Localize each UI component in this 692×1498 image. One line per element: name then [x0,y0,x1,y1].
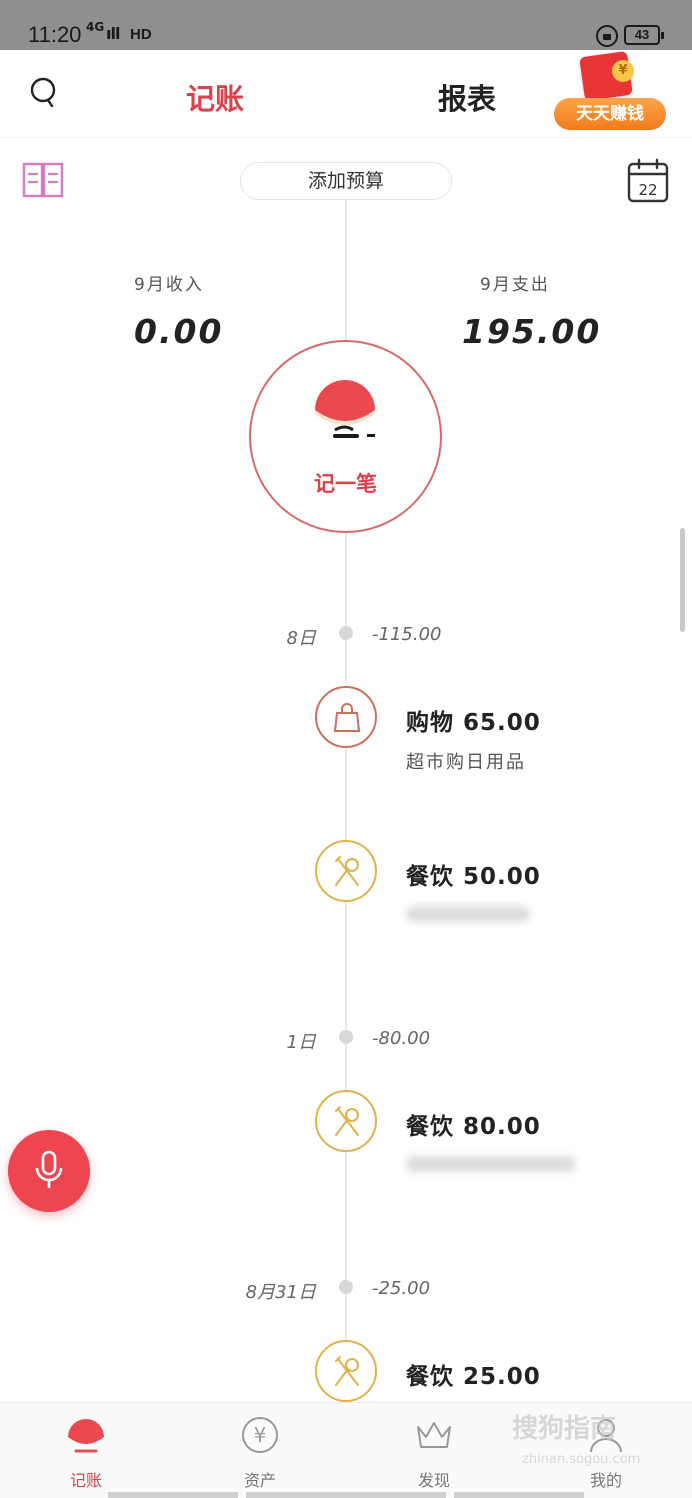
svg-text:¥: ¥ [254,1423,267,1447]
day-date: 8月31日 [245,1282,316,1303]
dining-icon[interactable] [315,1090,377,1152]
add-budget-button[interactable]: 添加预算 [240,162,452,200]
coin-icon: ¥ [612,60,634,82]
shopping-bag-icon[interactable] [315,686,377,748]
scrollbar[interactable] [680,528,685,632]
fan-nav-icon [68,1419,104,1453]
microphone-icon [35,1150,63,1188]
fan-logo-icon [315,380,375,438]
entry-title[interactable]: 餐饮 80.00 [406,1107,541,1141]
day-total: -80.00 [372,1028,431,1049]
gesture-bar [108,1492,238,1498]
nav-label: 我的 [589,1471,622,1490]
dining-icon[interactable] [315,840,377,902]
expense-value: 195.00 [462,312,602,351]
watermark-text: 搜狗指南 [512,1414,617,1444]
day-total: -115.00 [372,624,442,645]
promo-label: 天天赚钱 [554,98,666,130]
calendar-day: 22 [638,181,657,199]
app-screen: 11:20 4G ıll HD 43 记账 报表 ¥ 天天赚钱 添加预算 22 … [0,0,692,1498]
voice-input-button[interactable] [8,1130,90,1212]
entry-note: 超市购日用品 [406,752,526,773]
signal-icon: ıll [106,24,120,43]
gesture-bar [454,1492,584,1498]
day-total: -25.00 [372,1278,431,1299]
day-date: 8日 [286,628,316,649]
entry-note-blurred [406,906,530,922]
nav-label: 发现 [417,1471,450,1490]
nav-label: 资产 [243,1471,276,1490]
gesture-bar [246,1492,446,1498]
day-date: 1日 [286,1032,316,1053]
timeline-dot [339,1280,353,1294]
yen-icon: ¥ [242,1417,278,1453]
expense-label: 9月支出 [480,275,550,295]
dining-icon[interactable] [315,1340,377,1402]
record-entry-label: 记一笔 [314,472,377,496]
rotation-lock-icon [596,25,618,47]
income-label: 9月收入 [134,275,204,295]
entry-title[interactable]: 餐饮 50.00 [406,857,541,891]
timeline-dot [339,626,353,640]
entry-title[interactable]: 购物 65.00 [406,703,541,737]
book-icon[interactable] [22,162,64,198]
entry-title[interactable]: 餐饮 25.00 [406,1357,541,1391]
status-bar: 11:20 4G ıll HD 43 [0,0,692,50]
hd-badge: HD [130,26,152,43]
status-time: 11:20 [28,22,82,47]
calendar-icon[interactable]: 22 [626,158,670,204]
network-type: 4G [86,20,105,34]
timeline-dot [339,1030,353,1044]
watermark-url: zhinan.sogou.com [522,1452,641,1467]
promo-banner-button[interactable]: ¥ 天天赚钱 [552,50,668,132]
nav-item-jizhang[interactable]: 记账 [26,1403,146,1498]
nav-label: 记账 [69,1471,102,1490]
nav-item-discover[interactable]: 发现 [374,1403,494,1498]
record-entry-button[interactable]: 记一笔 [249,340,442,533]
search-icon[interactable] [28,76,60,108]
nav-item-assets[interactable]: ¥ 资产 [200,1403,320,1498]
top-bar: 记账 报表 ¥ 天天赚钱 [0,50,692,138]
tab-jizhang[interactable]: 记账 [186,76,244,118]
income-value: 0.00 [134,312,224,351]
crown-icon [417,1422,451,1448]
entry-note-blurred [406,1156,576,1172]
battery-icon: 43 [624,25,664,45]
tab-baobiao[interactable]: 报表 [438,76,496,118]
